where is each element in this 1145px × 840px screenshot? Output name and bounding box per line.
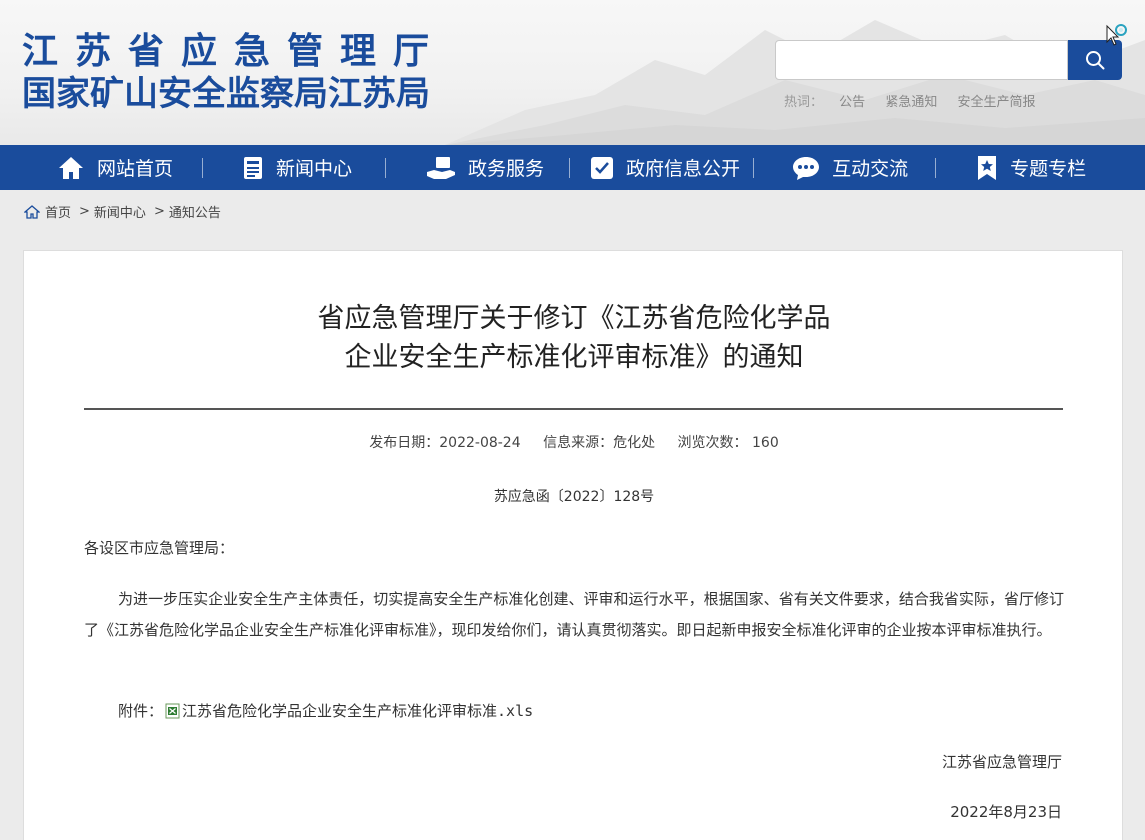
salutation: 各设区市应急管理局： [84, 539, 235, 557]
publish-date: 发布日期：2022-08-24 [369, 435, 521, 451]
nav-divider [753, 157, 755, 178]
site-logo-line2[interactable]: 国家矿山安全监察局江苏局 [22, 66, 430, 115]
nav-item-interaction[interactable]: 互动交流 [792, 145, 908, 190]
attachment-link[interactable]: 江苏省危险化学品企业安全生产标准化评审标准.xls [182, 700, 533, 721]
nav-item-home[interactable]: 网站首页 [57, 145, 173, 190]
breadcrumb-news-center[interactable]: 新闻中心 [94, 202, 146, 221]
nav-item-special-topics[interactable]: 专题专栏 [976, 145, 1086, 190]
news-icon [244, 156, 263, 179]
main-nav: 网站首页 新闻中心 政务服务 政府信息公开 互动交流 专题专栏 [0, 145, 1145, 190]
home-icon [24, 204, 40, 219]
nav-item-label: 网站首页 [97, 158, 174, 180]
breadcrumb: 首页 > 新闻中心 > 通知公告 [24, 202, 221, 221]
nav-divider [569, 157, 571, 178]
breadcrumb-separator: > [79, 204, 90, 219]
service-icon [427, 156, 456, 179]
chat-icon [793, 156, 820, 180]
article-panel: 省应急管理厅关于修订《江苏省危险化学品 企业安全生产标准化评审标准》的通知 发布… [23, 250, 1123, 840]
breadcrumb-notices[interactable]: 通知公告 [169, 202, 221, 221]
nav-item-label: 政府信息公开 [626, 158, 741, 180]
document-number: 苏应急函〔2022〕128号 [493, 489, 655, 505]
attachment: 附件： 江苏省危险化学品企业安全生产标准化评审标准.xls [118, 700, 533, 721]
mouse-pointer-icon [1106, 24, 1127, 46]
hot-word-link[interactable]: 公告 [839, 95, 865, 110]
view-count-label: 浏览次数： [677, 435, 748, 451]
nav-divider [385, 157, 387, 178]
article-meta: 发布日期：2022-08-24 信息来源：危化处 浏览次数： 160 [24, 432, 1124, 452]
attachment-label: 附件： [118, 702, 164, 720]
search-icon [1086, 51, 1105, 70]
nav-item-label: 政务服务 [468, 158, 545, 180]
hot-words: 热词： 公告 紧急通知 安全生产简报 [784, 91, 1051, 110]
nav-item-news[interactable]: 新闻中心 [242, 145, 352, 190]
breadcrumb-separator: > [153, 204, 165, 219]
nav-item-info-disclosure[interactable]: 政府信息公开 [590, 145, 740, 190]
hot-word-link[interactable]: 紧急通知 [885, 95, 937, 110]
bookmark-icon [978, 155, 997, 180]
hot-word-link[interactable]: 安全生产简报 [957, 95, 1035, 110]
site-header: 江苏省应急管理厅 国家矿山安全监察局江苏局 热词： 公告 紧急通知 安全生产简报 [0, 0, 1145, 145]
excel-file-icon [165, 703, 180, 718]
view-count-value: 160 [752, 435, 779, 451]
nav-item-services[interactable]: 政务服务 [426, 145, 544, 190]
home-icon [59, 156, 83, 179]
nav-item-label: 新闻中心 [276, 158, 353, 180]
article-title-line1: 省应急管理厅关于修订《江苏省危险化学品 [317, 303, 831, 334]
attachment-extension: .xls [497, 702, 534, 720]
breadcrumb-home[interactable]: 首页 [45, 202, 71, 221]
nav-item-label: 互动交流 [832, 158, 909, 180]
body-paragraph: 为进一步压实企业安全生产主体责任，切实提高安全生产标准化创建、评审和运行水平，根… [84, 590, 1064, 639]
nav-divider [202, 157, 204, 178]
nav-item-label: 专题专栏 [1010, 158, 1087, 180]
hot-words-label: 热词： [784, 95, 824, 110]
article-title: 省应急管理厅关于修订《江苏省危险化学品 企业安全生产标准化评审标准》的通知 [24, 299, 1124, 377]
signing-date: 2022年8月23日 [950, 803, 1062, 821]
attachment-name: 江苏省危险化学品企业安全生产标准化评审标准 [182, 702, 498, 720]
view-count: 浏览次数： 160 [678, 435, 779, 451]
search-input[interactable] [775, 40, 1068, 80]
info-source: 信息来源：危化处 [543, 435, 656, 451]
signature: 江苏省应急管理厅 [941, 753, 1062, 771]
article-title-line2: 企业安全生产标准化评审标准》的通知 [344, 342, 804, 373]
info-icon [591, 156, 614, 179]
title-divider [84, 408, 1063, 410]
nav-divider [935, 157, 937, 178]
